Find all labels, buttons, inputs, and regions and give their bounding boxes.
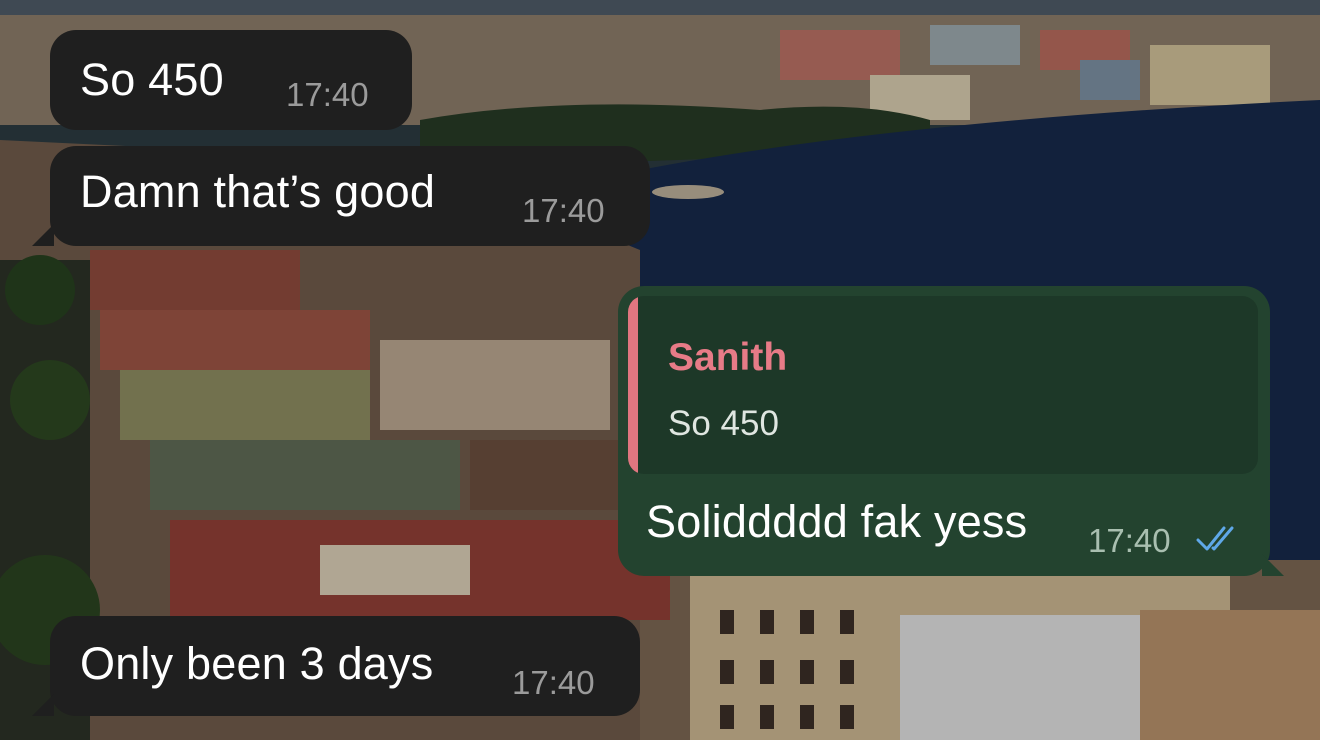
message-bubble-incoming[interactable]: Only been 3 days 17:40 [50, 616, 640, 716]
message-time: 17:40 [522, 192, 605, 229]
bubble-tail [1262, 554, 1284, 576]
reply-quote[interactable]: Sanith So 450 [628, 296, 1258, 474]
message-bubble-incoming[interactable]: So 450 17:40 [50, 30, 412, 130]
chat-view: So 450 17:40 Damn that’s good 17:40 Sani… [0, 0, 1320, 740]
bubble-tail [32, 224, 54, 246]
reply-author: Sanith [668, 336, 788, 379]
message-bubble-incoming[interactable]: Damn that’s good 17:40 [50, 146, 650, 246]
message-time: 17:40 [286, 76, 369, 113]
message-text: Damn that’s good [80, 166, 436, 217]
double-check-icon [1196, 526, 1234, 551]
message-time: 17:40 [512, 664, 595, 701]
message-bubble-outgoing[interactable]: Sanith So 450 Soliddddd fak yess 17:40 [618, 286, 1270, 576]
message-text: Only been 3 days [80, 638, 434, 689]
message-time: 17:40 [1088, 522, 1171, 559]
message-text: So 450 [80, 54, 224, 105]
reply-quote-bar [628, 296, 638, 474]
reply-quoted-text: So 450 [668, 404, 779, 443]
bubble-tail [32, 694, 54, 716]
message-text: Soliddddd fak yess [646, 496, 1028, 547]
